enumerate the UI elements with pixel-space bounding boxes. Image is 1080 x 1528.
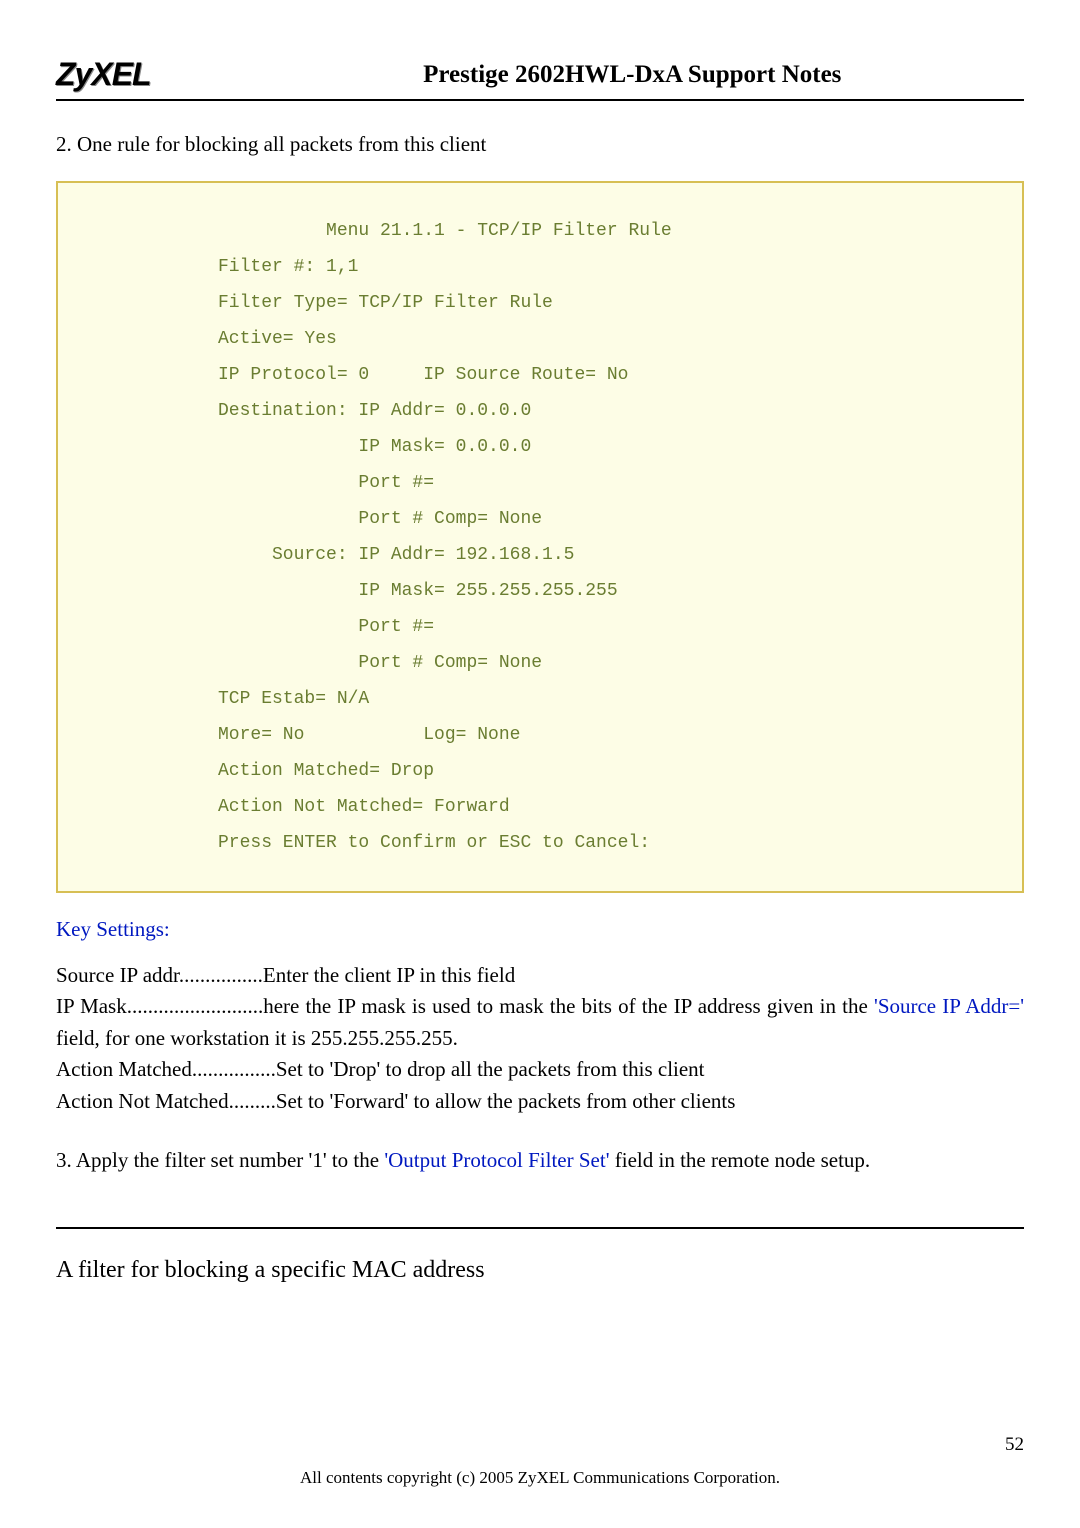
terminal-menu-box: Menu 21.1.1 - TCP/IP Filter Rule Filter … <box>56 181 1024 893</box>
section-divider <box>56 1227 1024 1229</box>
key-setting-ip-mask-b: field, for one workstation it is 255.255… <box>56 1026 458 1050</box>
apply-filter-paragraph: 3. Apply the filter set number '1' to th… <box>56 1145 1024 1177</box>
page-container: ZyXEL Prestige 2602HWL-DxA Support Notes… <box>0 0 1080 1528</box>
apply-text-b: field in the remote node setup. <box>610 1148 871 1172</box>
apply-text-a: 3. Apply the filter set number '1' to th… <box>56 1148 384 1172</box>
header-title: Prestige 2602HWL-DxA Support Notes <box>241 61 1024 89</box>
subsection-title: A filter for blocking a specific MAC add… <box>56 1257 1024 1284</box>
key-settings-heading: Key Settings: <box>56 917 1024 942</box>
key-setting-ip-mask-a: IP Mask..........................here th… <box>56 994 874 1018</box>
key-setting-ip-mask: IP Mask..........................here th… <box>56 991 1024 1054</box>
intro-paragraph: 2. One rule for blocking all packets fro… <box>56 129 1024 161</box>
page-header: ZyXEL Prestige 2602HWL-DxA Support Notes <box>56 56 1024 101</box>
page-number: 52 <box>1005 1434 1024 1456</box>
key-setting-action-matched: Action Matched................Set to 'Dr… <box>56 1054 1024 1086</box>
key-settings-block: Source IP addr................Enter the … <box>56 960 1024 1118</box>
output-protocol-filter-set-ref: 'Output Protocol Filter Set' <box>384 1148 609 1172</box>
source-ip-addr-ref: 'Source IP Addr=' <box>874 994 1024 1018</box>
footer-copyright: All contents copyright (c) 2005 ZyXEL Co… <box>56 1468 1024 1488</box>
key-setting-source-ip: Source IP addr................Enter the … <box>56 960 1024 992</box>
logo: ZyXEL <box>56 56 151 93</box>
key-setting-action-not-matched: Action Not Matched.........Set to 'Forwa… <box>56 1086 1024 1118</box>
